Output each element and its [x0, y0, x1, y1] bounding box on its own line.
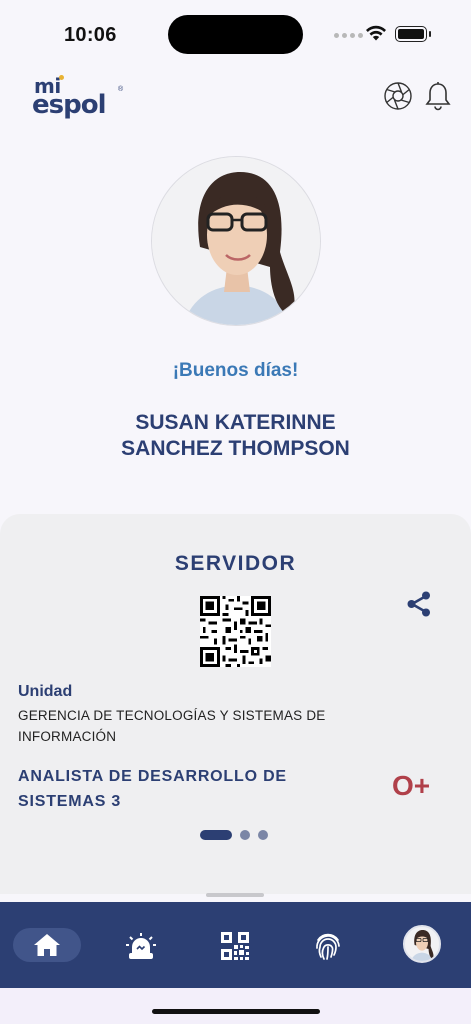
greeting-text: ¡Buenos días! — [172, 360, 299, 381]
nav-profile[interactable] — [403, 925, 441, 963]
card-pager[interactable] — [200, 830, 268, 840]
signal-icon — [334, 33, 363, 38]
unit-value: GERENCIA DE TECNOLOGÍAS Y SISTEMAS DE IN… — [18, 708, 326, 744]
logo-text-bottom: espol — [32, 90, 106, 120]
user-name-line-2: SANCHEZ THOMPSON — [121, 437, 350, 460]
logo-registered-mark: ® — [118, 86, 124, 93]
unit-label: Unidad — [18, 683, 73, 700]
espol-logo: mi espol ® — [32, 74, 124, 122]
aperture-button[interactable] — [382, 80, 414, 112]
battery-icon — [395, 26, 431, 42]
pager-dot-3[interactable] — [258, 830, 268, 840]
home-icon — [34, 934, 60, 956]
home-indicator[interactable] — [152, 1009, 320, 1014]
bell-icon — [425, 82, 451, 111]
qr-code-icon — [221, 932, 249, 960]
bottom-safe-area — [0, 988, 471, 1024]
status-bar: 10:06 — [0, 0, 471, 66]
alarm-icon — [126, 933, 156, 959]
user-full-name: SUSAN KATERINNE SANCHEZ THOMPSON — [0, 410, 471, 462]
pager-dot-2[interactable] — [240, 830, 250, 840]
profile-avatar — [405, 927, 439, 961]
sheet-handle[interactable] — [206, 893, 264, 897]
share-button[interactable] — [404, 589, 434, 619]
qr-code[interactable] — [200, 596, 271, 667]
logo-dot — [59, 75, 64, 80]
status-time: 10:06 — [64, 24, 117, 46]
job-title: ANALISTA DE DESARROLLO DE SISTEMAS 3 — [18, 768, 287, 810]
user-name-line-1: SUSAN KATERINNE — [135, 411, 336, 434]
pager-dot-1[interactable] — [200, 830, 232, 840]
share-icon — [407, 591, 430, 617]
blood-type: O+ — [392, 770, 431, 801]
bottom-nav — [0, 902, 471, 988]
fingerprint-icon — [316, 933, 340, 960]
nav-home[interactable] — [13, 928, 81, 962]
wifi-icon — [366, 25, 386, 41]
card-title: SERVIDOR — [174, 552, 297, 575]
nav-fingerprint[interactable] — [306, 924, 350, 968]
nav-alert[interactable] — [119, 924, 163, 968]
notifications-button[interactable] — [422, 80, 454, 112]
nav-qr[interactable] — [213, 924, 257, 968]
aperture-icon — [384, 82, 412, 110]
profile-photo — [151, 156, 321, 326]
dynamic-island — [168, 15, 303, 54]
